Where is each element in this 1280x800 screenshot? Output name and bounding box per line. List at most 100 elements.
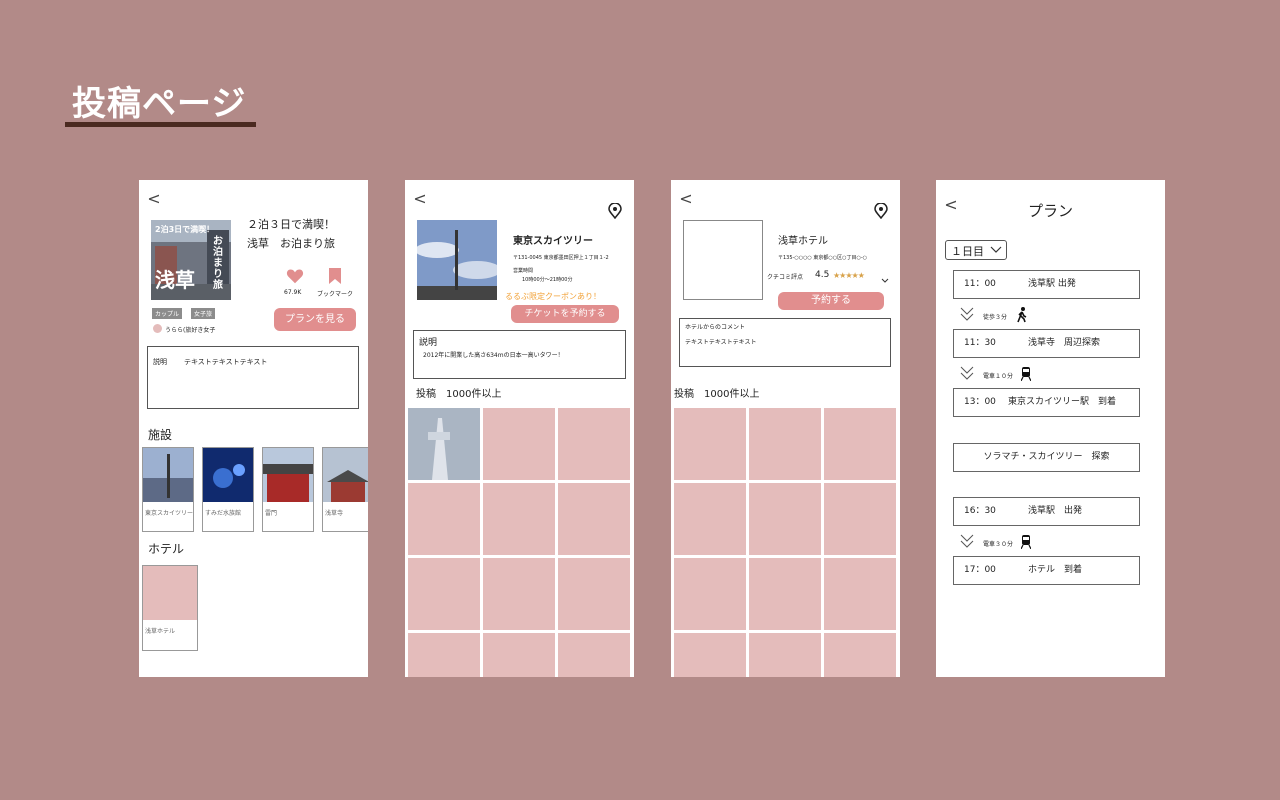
description-text: テキストテキストテキスト <box>184 358 268 366</box>
comment-text: テキストテキストテキスト <box>685 339 757 346</box>
description-box: 説明 テキストテキストテキスト <box>147 346 359 409</box>
plan-row[interactable]: 13：00 東京スカイツリー駅 到着 <box>953 388 1140 417</box>
bookmark-label: ブックマーク <box>317 291 354 298</box>
bookmark-icon <box>329 268 341 284</box>
posts-count-label: 投稿 1000件以上 <box>674 389 760 400</box>
facility-name: すみだ水族館 <box>205 510 242 517</box>
post-tile[interactable] <box>824 633 896 677</box>
post-tile[interactable] <box>483 408 555 480</box>
plan-place: 浅草駅 出発 <box>1028 506 1083 516</box>
down-chevrons-icon <box>960 366 974 380</box>
train-icon <box>1021 535 1031 549</box>
plan-time: 13：00 <box>964 397 996 407</box>
description-box: 説明 2012年に開業した高さ634mの日本一高いタワー！ <box>413 330 626 379</box>
tag-couple[interactable]: カップル <box>152 308 183 319</box>
plan-place: ソラマチ・スカイツリー 探索 <box>983 452 1110 462</box>
post-tile[interactable] <box>749 483 821 555</box>
post-tile[interactable] <box>674 633 746 677</box>
post-tile[interactable] <box>558 408 630 480</box>
hotel-photo-placeholder[interactable] <box>683 220 763 300</box>
day-select[interactable]: １日目 <box>945 240 1007 260</box>
plan-place: 浅草駅 出発 <box>1028 279 1076 289</box>
facility-card-skytree[interactable]: 東京スカイツリー <box>142 447 194 532</box>
hotel-name: 浅草ホテル <box>145 628 176 635</box>
facility-name: 東京スカイツリー <box>145 510 194 517</box>
down-chevrons-icon <box>960 534 974 548</box>
transit-label: 電車１０分 <box>983 373 1014 380</box>
hotel-address: 〒135-○○○○ 東京都○○区○丁目○-○ <box>778 255 868 261</box>
post-tile[interactable] <box>408 483 480 555</box>
description-text: 2012年に開業した高さ634mの日本一高いタワー！ <box>423 352 564 359</box>
spot-address: 〒131-0045 東京都墨田区押上１丁目１-2 <box>513 255 609 261</box>
facility-photo-skytree <box>143 448 193 502</box>
plan-row[interactable]: 11：00 浅草駅 出発 <box>953 270 1140 299</box>
post-heading-line1: ２泊３日で満喫！ <box>247 218 335 231</box>
author-avatar[interactable] <box>153 324 162 333</box>
back-button[interactable]: < <box>145 190 163 208</box>
post-tile[interactable] <box>749 633 821 677</box>
plan-time: 17：00 <box>964 565 996 575</box>
post-tile[interactable] <box>824 408 896 480</box>
facility-name: 雷門 <box>265 510 278 517</box>
post-tile[interactable] <box>749 558 821 630</box>
post-tile[interactable] <box>483 558 555 630</box>
screen-plan: < プラン １日目 11：00 浅草駅 出発 徒歩３分 11：30 浅草寺 周辺… <box>936 180 1165 677</box>
thumb-top-text: 2泊3日で満喫！ <box>155 225 215 234</box>
coupon-text[interactable]: るるぶ限定クーポンあり！ <box>505 291 601 302</box>
location-pin-icon[interactable] <box>874 203 888 219</box>
title-underline <box>65 122 256 127</box>
post-tile[interactable] <box>558 483 630 555</box>
post-tile[interactable] <box>483 483 555 555</box>
hotel-photo-placeholder <box>143 566 197 620</box>
plan-place: 東京スカイツリー駅 到着 <box>1008 397 1117 407</box>
post-tile[interactable] <box>824 483 896 555</box>
plan-time: 11：30 <box>964 338 996 348</box>
heart-icon <box>286 269 304 284</box>
facility-name: 浅草寺 <box>325 510 344 517</box>
post-thumbnail[interactable]: 2泊3日で満喫！ 浅草 お泊まり旅 <box>151 220 231 300</box>
post-tile[interactable] <box>483 633 555 677</box>
post-tile[interactable] <box>674 408 746 480</box>
day-select-value: １日目 <box>951 245 984 258</box>
post-tile[interactable] <box>824 558 896 630</box>
post-tile-photo[interactable] <box>408 408 480 480</box>
plan-row[interactable]: 11：30 浅草寺 周辺探索 <box>953 329 1140 358</box>
like-count: 67.9K <box>284 289 302 296</box>
down-chevrons-icon <box>960 307 974 321</box>
tag-girls-trip[interactable]: 女子旅 <box>191 308 216 319</box>
ticket-reserve-button[interactable]: チケットを予約する <box>511 305 619 323</box>
hotel-card[interactable]: 浅草ホテル <box>142 565 198 651</box>
author-name[interactable]: うらら(旅好き女子 <box>165 325 215 334</box>
facility-card-aquarium[interactable]: すみだ水族館 <box>202 447 254 532</box>
plan-row[interactable]: 16：30 浅草駅 出発 <box>953 497 1140 526</box>
facility-card-sensoji[interactable]: 浅草寺 <box>322 447 368 532</box>
hours-value: 10時00分〜21時00分 <box>522 277 573 283</box>
facility-photo-sensoji <box>323 448 368 502</box>
hours-label: 営業時間 <box>513 268 534 274</box>
facility-card-kaminarimon[interactable]: 雷門 <box>262 447 314 532</box>
rating-expand-chevron-icon[interactable] <box>881 270 889 283</box>
post-tile[interactable] <box>749 408 821 480</box>
plan-row[interactable]: ソラマチ・スカイツリー 探索 <box>953 443 1140 472</box>
back-button[interactable]: < <box>411 190 429 208</box>
plan-row[interactable]: 17：00 ホテル 到着 <box>953 556 1140 585</box>
post-tile[interactable] <box>408 633 480 677</box>
plan-time: 16：30 <box>964 506 996 516</box>
plan-place: ホテル 到着 <box>1028 565 1083 575</box>
post-tile[interactable] <box>558 558 630 630</box>
train-icon <box>1021 367 1031 381</box>
post-tile[interactable] <box>674 483 746 555</box>
location-pin-icon[interactable] <box>608 203 622 219</box>
post-tile[interactable] <box>558 633 630 677</box>
post-tile[interactable] <box>674 558 746 630</box>
screen-post-detail: < 2泊3日で満喫！ 浅草 お泊まり旅 ２泊３日で満喫！ 浅草 お泊まり旅 67… <box>139 180 368 677</box>
reserve-button[interactable]: 予約する <box>778 292 884 310</box>
back-button[interactable]: < <box>677 190 695 208</box>
post-heading-line2: 浅草 お泊まり旅 <box>247 237 335 250</box>
facility-photo-aquarium <box>203 448 253 502</box>
post-tile[interactable] <box>408 558 480 630</box>
rating-value: 4.5 <box>815 270 830 280</box>
view-plan-button[interactable]: プランを見る <box>274 308 356 331</box>
spot-photo[interactable] <box>417 220 497 300</box>
spot-name: 東京スカイツリー <box>513 236 593 247</box>
